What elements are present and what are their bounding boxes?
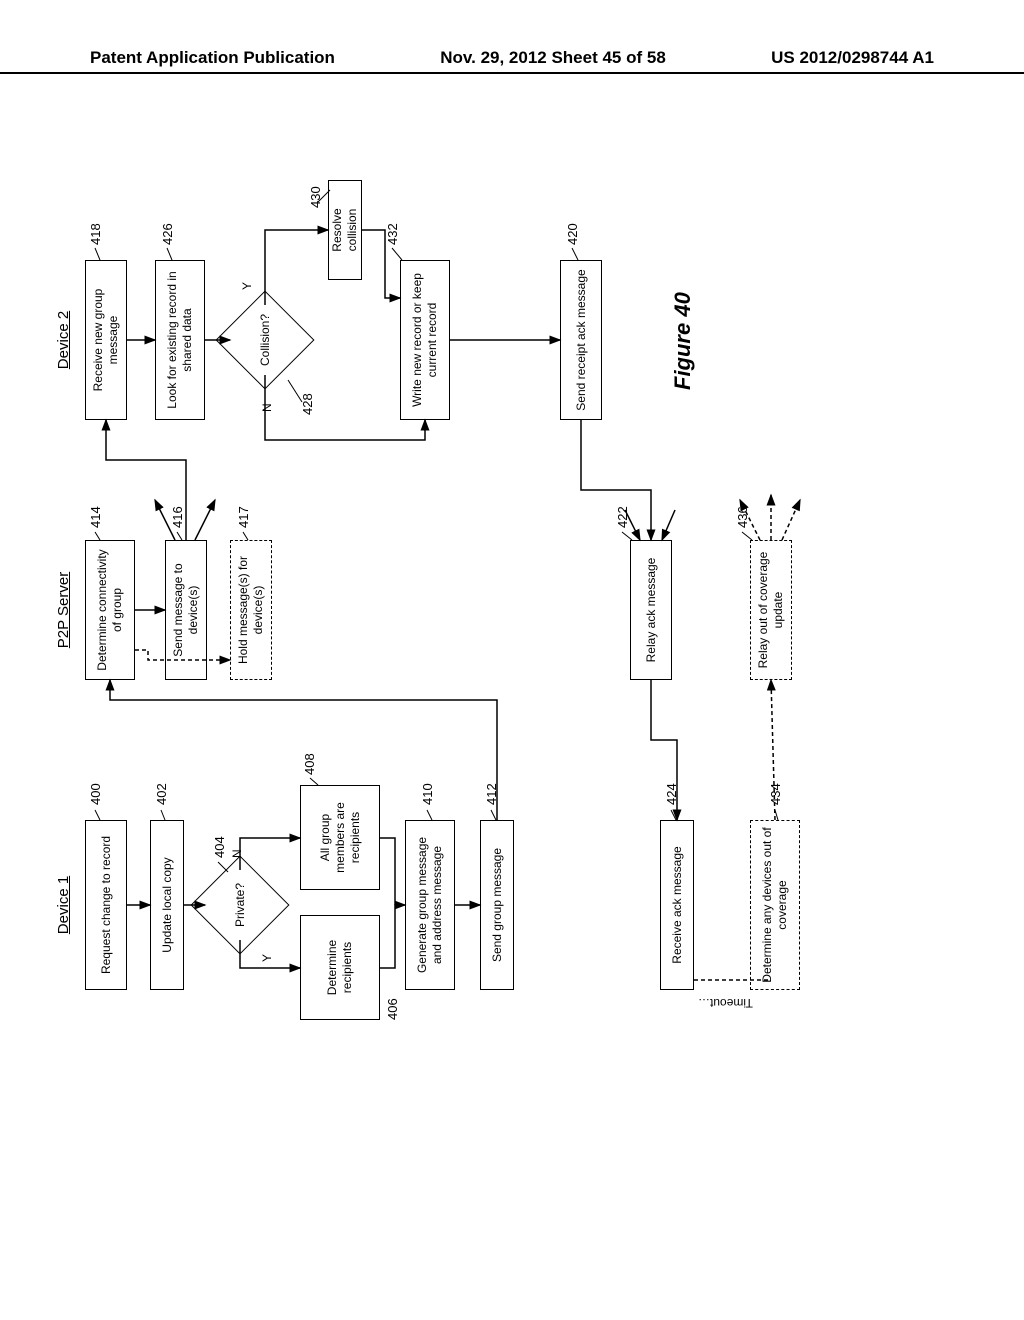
label-y-428: Y — [240, 282, 254, 290]
figure-label: Figure 40 — [670, 292, 696, 390]
label-y-404: Y — [260, 954, 274, 962]
ref-424: 424 — [664, 783, 679, 805]
ref-434: 434 — [768, 783, 783, 805]
box-write-new-record: Write new record or keep current record — [400, 260, 450, 420]
box-receive-new-group: Receive new group message — [85, 260, 127, 420]
box-receive-ack: Receive ack message — [660, 820, 694, 990]
col-device-2: Device 2 — [55, 280, 72, 400]
ref-404: 404 — [212, 836, 227, 858]
box-relay-ack: Relay ack message — [630, 540, 672, 680]
box-send-group-msg: Send group message — [480, 820, 514, 990]
box-send-msg-devices: Send message to device(s) — [165, 540, 207, 680]
label-timeout: Timeout… — [698, 996, 753, 1010]
box-all-group-members: All group members are recipients — [300, 785, 380, 890]
ref-436: 436 — [735, 506, 750, 528]
box-determine-recipients: Determine recipients — [300, 915, 380, 1020]
diamond-private: Private? — [205, 870, 275, 940]
box-generate-group-msg: Generate group message and address messa… — [405, 820, 455, 990]
label-n-404: N — [230, 849, 244, 858]
ref-408: 408 — [302, 753, 317, 775]
ref-432: 432 — [385, 223, 400, 245]
label-n-428: N — [260, 403, 274, 412]
ref-426: 426 — [160, 223, 175, 245]
ref-428: 428 — [300, 393, 315, 415]
col-device-1: Device 1 — [55, 845, 72, 965]
box-determine-connectivity: Determine connectivity of group — [85, 540, 135, 680]
box-hold-messages: Hold message(s) for device(s) — [230, 540, 272, 680]
box-relay-out-coverage: Relay out of coverage update — [750, 540, 792, 680]
box-update-local: Update local copy — [150, 820, 184, 990]
ref-412: 412 — [484, 783, 499, 805]
ref-410: 410 — [420, 783, 435, 805]
flowchart-diagram: Device 1 P2P Server Device 2 Request cha… — [70, 180, 950, 1020]
header-right: US 2012/0298744 A1 — [771, 48, 934, 68]
col-p2p-server: P2P Server — [55, 550, 72, 670]
ref-418: 418 — [88, 223, 103, 245]
box-look-existing: Look for existing record in shared data — [155, 260, 205, 420]
ref-417: 417 — [236, 506, 251, 528]
diamond-collision: Collision? — [230, 305, 300, 375]
page-header: Patent Application Publication Nov. 29, … — [0, 48, 1024, 74]
box-send-receipt-ack: Send receipt ack message — [560, 260, 602, 420]
box-resolve-collision: Resolve collision — [328, 180, 362, 280]
ref-416: 416 — [170, 506, 185, 528]
ref-402: 402 — [154, 783, 169, 805]
box-determine-out-coverage: Determine any devices out of coverage — [750, 820, 800, 990]
ref-430: 430 — [308, 186, 323, 208]
box-request-change: Request change to record — [85, 820, 127, 990]
ref-400: 400 — [88, 783, 103, 805]
header-left: Patent Application Publication — [90, 48, 335, 68]
ref-420: 420 — [565, 223, 580, 245]
header-middle: Nov. 29, 2012 Sheet 45 of 58 — [440, 48, 666, 68]
ref-414: 414 — [88, 506, 103, 528]
ref-422: 422 — [615, 506, 630, 528]
ref-406: 406 — [385, 998, 400, 1020]
